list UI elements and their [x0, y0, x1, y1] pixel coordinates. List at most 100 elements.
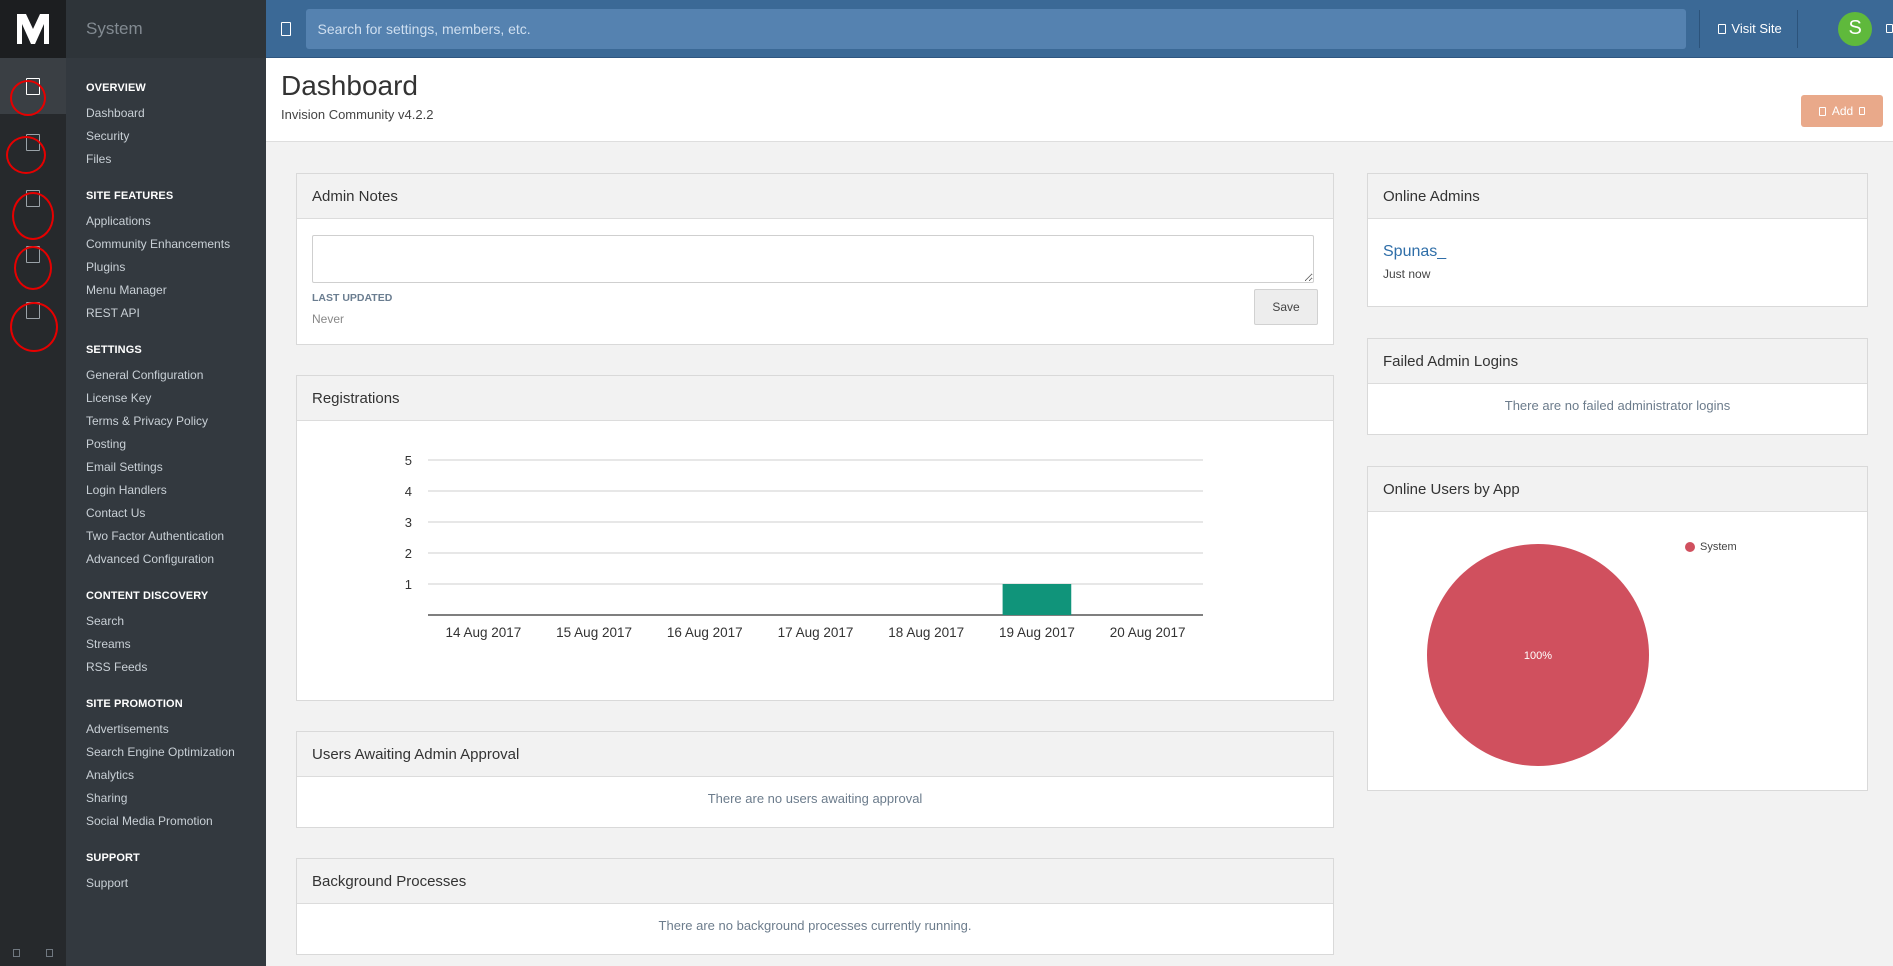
empty-message: There are no users awaiting approval	[707, 791, 923, 806]
chevron-down-icon	[1859, 107, 1866, 115]
nav-item-seo[interactable]: Search Engine Optimization	[86, 741, 266, 764]
admin-notes-textarea[interactable]	[312, 235, 1314, 283]
panel-title: Admin Notes	[297, 174, 1333, 219]
nav-item-advanced-configuration[interactable]: Advanced Configuration	[86, 548, 266, 571]
system-icon	[26, 77, 40, 95]
visit-site-link[interactable]: Visit Site	[1718, 21, 1797, 36]
nav-item-support[interactable]: Support	[86, 872, 266, 895]
admin-notes-panel: Admin Notes LAST UPDATED Never Save	[296, 173, 1334, 345]
nav-group-title: SUPPORT	[86, 852, 140, 864]
nav-group-site-features: SITE FEATURES Applications Community Enh…	[86, 190, 266, 325]
nav-item-streams[interactable]: Streams	[86, 633, 266, 656]
add-button[interactable]: Add	[1801, 95, 1883, 127]
nav-item-rss-feeds[interactable]: RSS Feeds	[86, 656, 266, 679]
nav-group-title: SITE FEATURES	[86, 190, 174, 202]
members-icon	[26, 189, 40, 207]
x-tick-label: 18 Aug 2017	[888, 625, 964, 640]
nav-item-sharing[interactable]: Sharing	[86, 787, 266, 810]
x-tick-label: 17 Aug 2017	[778, 625, 854, 640]
nav-item-community-enhancements[interactable]: Community Enhancements	[86, 233, 266, 256]
nav-item-contact-us[interactable]: Contact Us	[86, 502, 266, 525]
nav-group-title: CONTENT DISCOVERY	[86, 590, 209, 602]
logo[interactable]	[0, 0, 66, 58]
page-header: Dashboard Invision Community v4.2.2 Add	[266, 58, 1893, 142]
nav-group-title: SETTINGS	[86, 344, 142, 356]
x-tick-label: 20 Aug 2017	[1110, 625, 1186, 640]
nav-groups: OVERVIEW Dashboard Security Files SITE F…	[66, 58, 266, 895]
nav-item-search[interactable]: Search	[86, 610, 266, 633]
nav-item-general-configuration[interactable]: General Configuration	[86, 364, 266, 387]
top-bar: Visit Site S	[266, 0, 1893, 58]
panel-title: Registrations	[297, 376, 1333, 421]
failed-logins-panel: Failed Admin Logins There are no failed …	[1367, 338, 1868, 435]
nav-item-plugins[interactable]: Plugins	[86, 256, 266, 279]
nav-item-posting[interactable]: Posting	[86, 433, 266, 456]
nav-item-dashboard[interactable]: Dashboard	[86, 102, 266, 125]
nav-item-social-media-promotion[interactable]: Social Media Promotion	[86, 810, 266, 833]
nav-item-applications[interactable]: Applications	[86, 210, 266, 233]
community-icon	[26, 133, 40, 151]
nav-item-rest-api[interactable]: REST API	[86, 302, 266, 325]
chevron-down-icon	[1885, 24, 1893, 33]
rail-customization-button[interactable]	[0, 226, 66, 282]
panel-title: Background Processes	[297, 859, 1333, 904]
nav-group-overview: OVERVIEW Dashboard Security Files	[86, 82, 266, 171]
rail-members-button[interactable]	[0, 170, 66, 226]
x-tick-label: 15 Aug 2017	[556, 625, 632, 640]
nav-group-site-promotion: SITE PROMOTION Advertisements Search Eng…	[86, 698, 266, 833]
divider	[1699, 9, 1701, 48]
nav-group-title: SITE PROMOTION	[86, 698, 183, 710]
panel-title: Users Awaiting Admin Approval	[297, 732, 1333, 777]
x-tick-label: 14 Aug 2017	[445, 625, 521, 640]
awaiting-approval-panel: Users Awaiting Admin Approval There are …	[296, 731, 1334, 828]
nav-group-title: OVERVIEW	[86, 82, 146, 94]
registrations-chart: 1 2 3 4 5 14 Aug 2017 15 Aug 2017 16 Aug 2017 17…	[405, 453, 1203, 640]
background-processes-panel: Background Processes There are no backgr…	[296, 858, 1334, 955]
page-subtitle: Invision Community v4.2.2	[281, 107, 434, 122]
logo-icon	[17, 14, 49, 44]
nav-item-terms-privacy[interactable]: Terms & Privacy Policy	[86, 410, 266, 433]
panel-title: Online Admins	[1368, 174, 1867, 219]
legend-label: System	[1700, 541, 1737, 553]
nav-group-support: SUPPORT Support	[86, 852, 266, 895]
stats-icon	[26, 301, 40, 319]
avatar[interactable]: S	[1838, 11, 1872, 46]
rail-system-button[interactable]	[0, 58, 66, 114]
panel-title: Online Users by App	[1368, 467, 1867, 512]
nav-item-login-handlers[interactable]: Login Handlers	[86, 479, 266, 502]
nav-item-two-factor[interactable]: Two Factor Authentication	[86, 525, 266, 548]
y-tick-label: 4	[405, 484, 412, 499]
online-users-pie-chart: 100%	[1427, 544, 1649, 766]
x-tick-label: 16 Aug 2017	[667, 625, 743, 640]
x-tick-label: 19 Aug 2017	[999, 625, 1075, 640]
y-tick-label: 3	[405, 515, 412, 530]
chart-legend: System	[1685, 541, 1737, 553]
collapse-icon[interactable]	[13, 949, 20, 957]
nav-item-email-settings[interactable]: Email Settings	[86, 456, 266, 479]
nav-item-analytics[interactable]: Analytics	[86, 764, 266, 787]
registrations-panel: Registrations 1 2 3 4 5 14 Aug 2017 15 Aug 201…	[296, 375, 1334, 701]
nav-group-content-discovery: CONTENT DISCOVERY Search Streams RSS Fee…	[86, 590, 266, 679]
menu-toggle-button[interactable]	[266, 0, 306, 58]
section-nav: System OVERVIEW Dashboard Security Files…	[66, 0, 266, 966]
rail-stats-button[interactable]	[0, 282, 66, 338]
nav-item-license-key[interactable]: License Key	[86, 387, 266, 410]
save-button[interactable]: Save	[1254, 289, 1318, 325]
nav-item-advertisements[interactable]: Advertisements	[86, 718, 266, 741]
add-button-label: Add	[1831, 104, 1854, 118]
nav-item-security[interactable]: Security	[86, 125, 266, 148]
empty-message: There are no failed administrator logins	[1504, 398, 1731, 413]
bar	[1002, 584, 1072, 615]
user-menu-button[interactable]	[1885, 24, 1893, 33]
divider	[1797, 9, 1799, 48]
rail-community-button[interactable]	[0, 114, 66, 170]
search-input[interactable]	[305, 8, 1687, 49]
nav-item-menu-manager[interactable]: Menu Manager	[86, 279, 266, 302]
admin-name-link[interactable]: Spunas_	[1383, 243, 1446, 261]
nav-item-files[interactable]: Files	[86, 148, 266, 171]
menu-toggle-icon	[280, 21, 291, 36]
empty-message: There are no background processes curren…	[658, 918, 972, 933]
online-users-panel: Online Users by App 100% System	[1367, 466, 1868, 791]
expand-icon[interactable]	[46, 949, 53, 957]
panel-title: Failed Admin Logins	[1368, 339, 1867, 384]
